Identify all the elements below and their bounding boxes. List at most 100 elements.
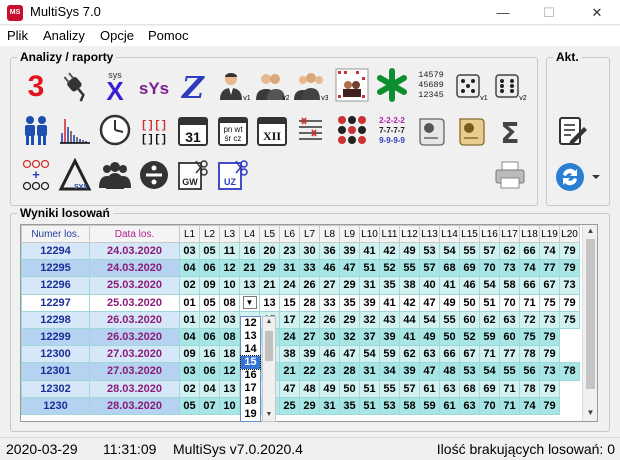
dropdown-option[interactable]: 19 bbox=[241, 408, 260, 421]
header-l4[interactable]: L4 bbox=[239, 225, 260, 243]
number-cell[interactable]: 48 bbox=[439, 362, 460, 381]
number-cell[interactable]: 71 bbox=[519, 293, 540, 312]
header-l1[interactable]: L1 bbox=[179, 225, 200, 243]
header-l6[interactable]: L6 bbox=[279, 225, 300, 243]
number-cell[interactable]: 33 bbox=[299, 259, 320, 278]
number-cell[interactable]: 60 bbox=[499, 327, 520, 347]
table-row[interactable]: 12297 25.03.2020 01 05 08 ▼ 13 15 28 33 35 39 41 42 47… bbox=[21, 293, 580, 312]
header-l13[interactable]: L13 bbox=[419, 225, 440, 243]
draw-date-cell[interactable]: 25.03.2020 bbox=[89, 276, 180, 295]
scroll-up-arrow[interactable]: ▲ bbox=[583, 226, 598, 235]
draw-number-cell[interactable]: 1230 bbox=[21, 396, 90, 415]
number-cell[interactable]: 71 bbox=[499, 396, 520, 415]
sys-triangle-icon[interactable]: SYS bbox=[58, 158, 92, 192]
number-cell[interactable]: 73 bbox=[499, 259, 520, 278]
scroll-gray-icon[interactable] bbox=[414, 113, 448, 147]
number-cell[interactable]: 73 bbox=[559, 276, 580, 295]
number-cell[interactable]: 55 bbox=[459, 241, 480, 261]
header-l8[interactable]: L8 bbox=[319, 225, 340, 243]
dropdown-scroll-up[interactable]: ▲ bbox=[264, 318, 274, 325]
number-cell[interactable]: 07 bbox=[199, 396, 220, 415]
header-numer[interactable]: Numer los. bbox=[21, 225, 90, 243]
number-cell[interactable]: 79 bbox=[539, 396, 560, 415]
header-l15[interactable]: L15 bbox=[459, 225, 480, 243]
number-cell[interactable]: 66 bbox=[519, 276, 540, 295]
number-cell[interactable]: 61 bbox=[439, 396, 460, 415]
number-cell[interactable]: 11 bbox=[219, 241, 240, 261]
number-cell[interactable]: 10 bbox=[219, 276, 240, 295]
number-cell[interactable]: 31 bbox=[359, 276, 380, 295]
number-cell[interactable]: 56 bbox=[519, 362, 540, 381]
refresh-dropdown-arrow[interactable] bbox=[589, 160, 603, 194]
number-cell[interactable]: 47 bbox=[419, 362, 440, 381]
number-cell[interactable]: 44 bbox=[399, 310, 420, 329]
dice-v2-icon[interactable]: v2 bbox=[493, 68, 527, 102]
dropdown-scrollbar[interactable]: ▲ ▼ bbox=[262, 316, 276, 422]
header-l12[interactable]: L12 bbox=[399, 225, 420, 243]
number-cell[interactable]: 59 bbox=[379, 345, 400, 364]
number-cell[interactable]: 50 bbox=[339, 379, 360, 398]
number-cell[interactable]: 03 bbox=[179, 362, 200, 381]
dropdown-option[interactable]: 16 bbox=[241, 369, 260, 382]
number-cell[interactable]: 09 bbox=[199, 276, 220, 295]
table-row[interactable]: 1229826.03.20200102031517222629324344545… bbox=[21, 310, 580, 329]
number-cell[interactable]: 06 bbox=[199, 327, 220, 347]
gw-cut-icon[interactable]: GW bbox=[176, 158, 210, 192]
minimize-button[interactable]: — bbox=[480, 0, 526, 25]
header-l9[interactable]: L9 bbox=[339, 225, 360, 243]
number-cell[interactable]: 54 bbox=[479, 276, 500, 295]
number-cell[interactable]: 13 bbox=[239, 276, 260, 295]
number-cell[interactable]: 32 bbox=[359, 310, 380, 329]
number-cell[interactable]: 20 bbox=[259, 241, 280, 261]
number-cell[interactable]: 71 bbox=[479, 345, 500, 364]
number-cell[interactable]: 74 bbox=[519, 259, 540, 278]
number-cell[interactable]: 42 bbox=[379, 241, 400, 261]
dropdown-scroll-thumb[interactable] bbox=[265, 331, 273, 361]
number-cell[interactable]: 21 bbox=[279, 362, 300, 381]
number-cell[interactable]: 68 bbox=[459, 379, 480, 398]
number-cell[interactable]: 77 bbox=[499, 345, 520, 364]
header-l5[interactable]: L5 bbox=[259, 225, 280, 243]
number-cell[interactable]: 39 bbox=[379, 327, 400, 347]
maximize-button[interactable]: ☐ bbox=[526, 0, 572, 25]
number-cell[interactable]: 79 bbox=[559, 241, 580, 261]
number-cell[interactable]: 22 bbox=[299, 362, 320, 381]
number-cell[interactable]: 74 bbox=[539, 241, 560, 261]
number-cell[interactable]: 79 bbox=[539, 379, 560, 398]
number-cell[interactable]: 29 bbox=[299, 396, 320, 415]
draw-number-cell[interactable]: 12301 bbox=[21, 362, 90, 381]
draw-number-cell[interactable]: 12297 bbox=[21, 293, 90, 312]
number-cell[interactable]: 63 bbox=[419, 345, 440, 364]
draw-date-cell[interactable]: 27.03.2020 bbox=[89, 345, 180, 364]
couple-icon[interactable] bbox=[19, 113, 53, 147]
number-cell[interactable]: 49 bbox=[419, 327, 440, 347]
number-cell[interactable]: 01 bbox=[179, 293, 200, 312]
number-cell[interactable]: 47 bbox=[279, 379, 300, 398]
number-cell[interactable]: 50 bbox=[459, 293, 480, 312]
clock-icon[interactable] bbox=[98, 113, 132, 147]
number-cell[interactable]: 79 bbox=[539, 345, 560, 364]
number-cell[interactable]: 73 bbox=[539, 310, 560, 329]
draw-date-cell[interactable]: 25.03.2020 bbox=[89, 293, 180, 312]
header-l19[interactable]: L19 bbox=[539, 225, 560, 243]
crossed-list-icon[interactable] bbox=[294, 113, 328, 147]
number-cell[interactable]: 29 bbox=[259, 259, 280, 278]
number-cell[interactable]: 02 bbox=[179, 379, 200, 398]
number-cell[interactable]: 69 bbox=[459, 259, 480, 278]
number-cell[interactable]: 60 bbox=[459, 310, 480, 329]
header-l14[interactable]: L14 bbox=[439, 225, 460, 243]
draw-date-cell[interactable]: 28.03.2020 bbox=[89, 379, 180, 398]
table-row[interactable]: 123028.03.202005071024252931355153585961… bbox=[21, 396, 580, 415]
table-row[interactable]: 1229926.03.20200406081324273032373941495… bbox=[21, 327, 580, 347]
number-cell[interactable]: 79 bbox=[559, 293, 580, 312]
cell-combo-arrow[interactable]: ▼ bbox=[242, 296, 257, 310]
draw-date-cell[interactable]: 24.03.2020 bbox=[89, 259, 180, 278]
number-cell[interactable]: 48 bbox=[299, 379, 320, 398]
balls-sum-icon[interactable]: + bbox=[19, 158, 53, 192]
number-cell[interactable]: 57 bbox=[399, 379, 420, 398]
header-l3[interactable]: L3 bbox=[219, 225, 240, 243]
plug-icon[interactable] bbox=[58, 68, 92, 102]
table-row[interactable]: 1230127.03.20200306122021222328313439474… bbox=[21, 362, 580, 381]
close-button[interactable]: ✕ bbox=[574, 0, 620, 25]
number-cell[interactable]: 28 bbox=[299, 293, 320, 312]
